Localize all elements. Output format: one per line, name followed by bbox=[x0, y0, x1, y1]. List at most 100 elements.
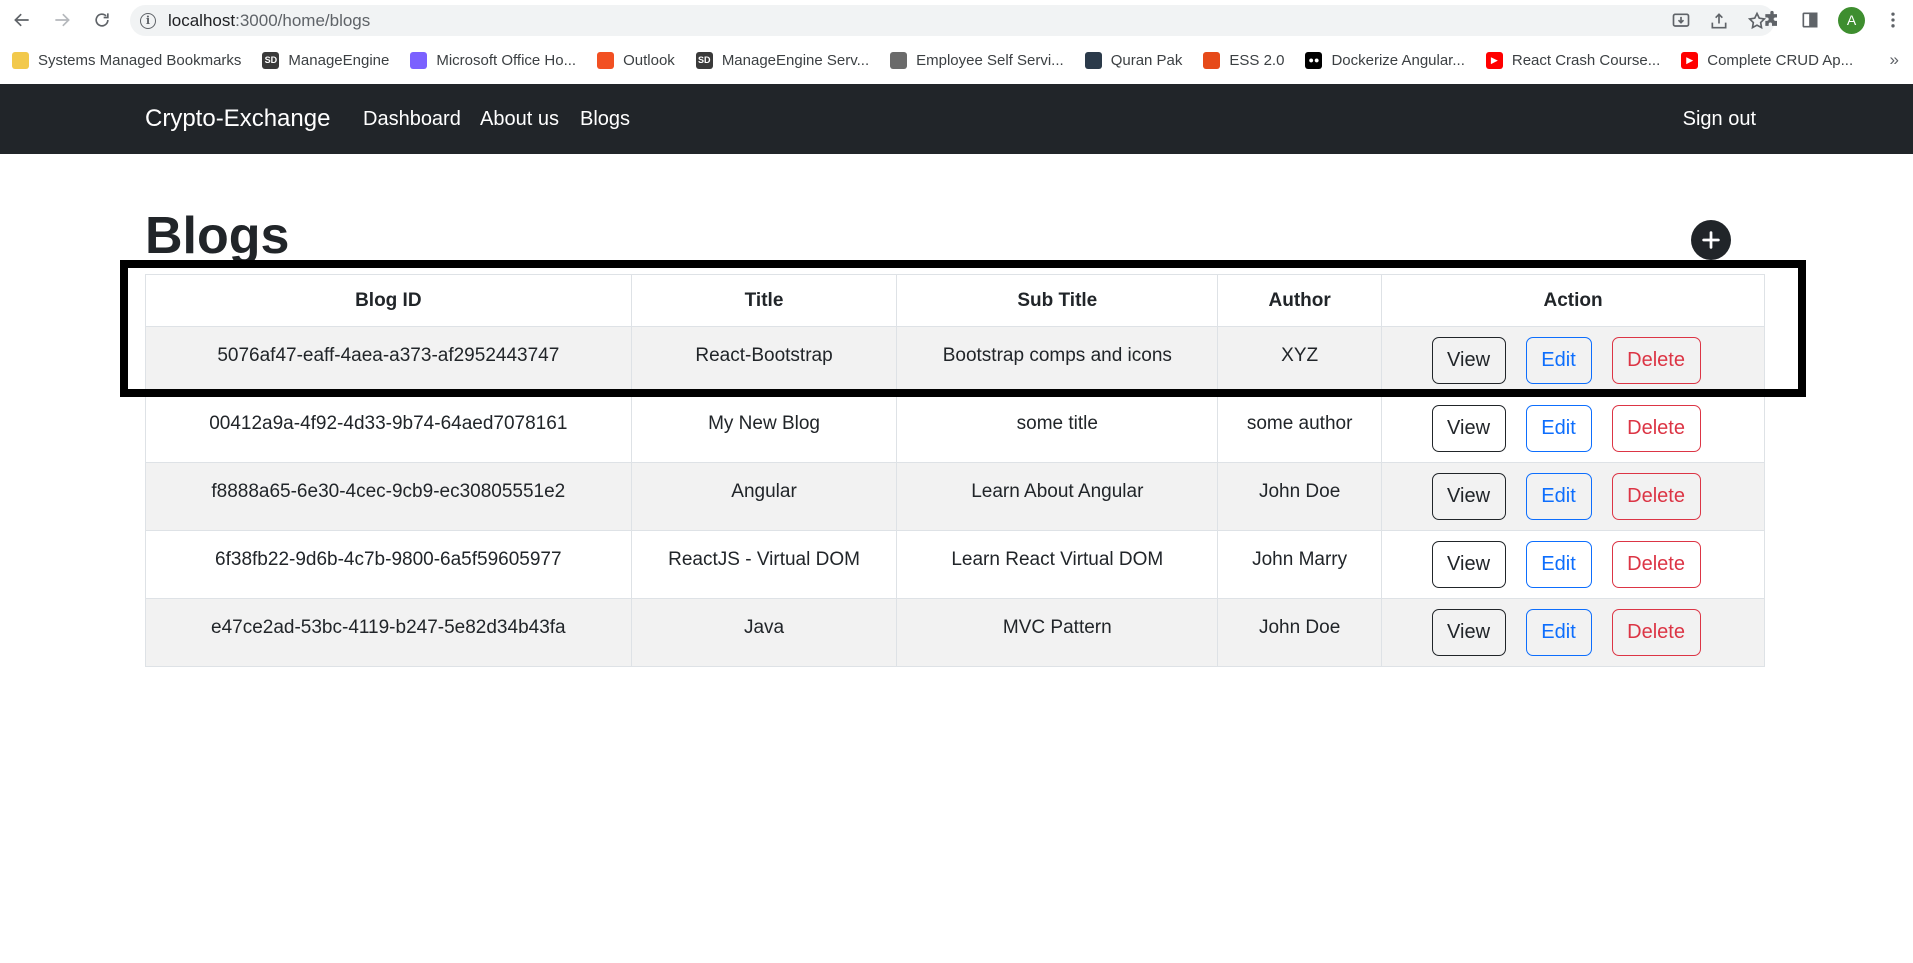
author-cell: John Marry bbox=[1217, 530, 1383, 599]
title-cell: ReactJS - Virtual DOM bbox=[630, 530, 898, 599]
bookmark-label: React Crash Course... bbox=[1511, 51, 1661, 69]
site-info-icon[interactable]: i bbox=[140, 12, 156, 29]
ess-icon bbox=[1203, 51, 1221, 69]
sub-title-cell: some title bbox=[896, 394, 1219, 463]
title-cell: My New Blog bbox=[630, 394, 898, 463]
bookmark-label: ESS 2.0 bbox=[1229, 51, 1285, 69]
bookmark-label: ManageEngine bbox=[288, 51, 390, 69]
bookmark-label: Quran Pak bbox=[1110, 51, 1183, 69]
forward-arrow-icon[interactable] bbox=[42, 0, 82, 40]
bookmark-item[interactable]: ESS 2.0 bbox=[1203, 51, 1285, 69]
install-app-icon[interactable] bbox=[1671, 11, 1691, 31]
bookmark-label: Complete CRUD Ap... bbox=[1707, 51, 1854, 69]
bookmark-item[interactable]: SD ManageEngine Serv... bbox=[695, 51, 870, 69]
title-cell: Java bbox=[630, 598, 898, 667]
bookmark-item[interactable]: Outlook bbox=[597, 51, 675, 69]
side-panel-icon[interactable] bbox=[1800, 10, 1820, 30]
sub-title-cell: Bootstrap comps and icons bbox=[896, 326, 1219, 395]
title-cell: Angular bbox=[630, 462, 898, 531]
author-cell: XYZ bbox=[1217, 326, 1383, 395]
youtube-icon: ▶ bbox=[1681, 51, 1699, 69]
more-bookmarks-icon[interactable]: » bbox=[1890, 50, 1899, 70]
sd-icon: SD bbox=[262, 51, 280, 69]
bookmark-item[interactable]: Employee Self Servi... bbox=[890, 51, 1064, 69]
bookmark-label: Systems Managed Bookmarks bbox=[38, 51, 242, 69]
nav-link-blogs[interactable]: Blogs bbox=[580, 108, 630, 131]
url-host: localhost bbox=[168, 10, 236, 30]
view-button[interactable]: View bbox=[1431, 541, 1506, 588]
edit-button[interactable]: Edit bbox=[1525, 609, 1592, 656]
view-button[interactable]: View bbox=[1431, 609, 1506, 656]
action-cell: View Edit Delete bbox=[1381, 598, 1765, 667]
edit-button[interactable]: Edit bbox=[1525, 473, 1592, 520]
bookmark-label: Outlook bbox=[623, 51, 675, 69]
url-path: :3000/home/blogs bbox=[235, 10, 371, 30]
profile-avatar[interactable]: A bbox=[1838, 6, 1865, 34]
bookmarks-bar: Systems Managed Bookmarks SD ManageEngine M… bbox=[0, 40, 1913, 80]
blog-id-cell: 6f38fb22-9d6b-4c7b-9800-6a5f59605977 bbox=[145, 530, 632, 599]
windows-icon bbox=[597, 51, 615, 69]
action-cell: View Edit Delete bbox=[1381, 394, 1765, 463]
bookmark-label: Dockerize Angular... bbox=[1331, 51, 1465, 69]
view-button[interactable]: View bbox=[1431, 337, 1506, 384]
action-cell: View Edit Delete bbox=[1381, 530, 1765, 599]
bookmark-item[interactable]: Quran Pak bbox=[1084, 51, 1183, 69]
table-row: 5076af47-eaff-4aea-a373-af2952443747 Reac… bbox=[145, 326, 1765, 395]
sd-icon: SD bbox=[695, 51, 713, 69]
title-cell: React-Bootstrap bbox=[630, 326, 898, 395]
bookmark-label: ManageEngine Serv... bbox=[721, 51, 870, 69]
app-navbar: Crypto-Exchange Dashboard About us Blogs… bbox=[0, 84, 1913, 154]
action-cell: View Edit Delete bbox=[1381, 462, 1765, 531]
bookmark-item[interactable]: ▶ Complete CRUD Ap... bbox=[1681, 51, 1854, 69]
table-row: e47ce2ad-53bc-4119-b247-5e82d34b43fa Java… bbox=[145, 598, 1765, 667]
blog-id-cell: f8888a65-6e30-4cec-9cb9-ec30805551e2 bbox=[145, 462, 632, 531]
table-row: 6f38fb22-9d6b-4c7b-9800-6a5f59605977 Reac… bbox=[145, 530, 1765, 599]
extensions-icon[interactable] bbox=[1762, 10, 1782, 30]
bookmark-label: Microsoft Office Ho... bbox=[436, 51, 577, 69]
header-author: Author bbox=[1217, 274, 1383, 327]
bookmark-item[interactable]: ▶ React Crash Course... bbox=[1485, 51, 1661, 69]
delete-button[interactable]: Delete bbox=[1611, 541, 1701, 588]
view-button[interactable]: View bbox=[1431, 473, 1506, 520]
nav-link-about-us[interactable]: About us bbox=[480, 108, 559, 131]
youtube-icon: ▶ bbox=[1485, 51, 1503, 69]
sub-title-cell: MVC Pattern bbox=[896, 598, 1219, 667]
edit-button[interactable]: Edit bbox=[1525, 405, 1592, 452]
address-bar[interactable]: i localhost:3000/home/blogs bbox=[130, 5, 1775, 36]
header-sub-title: Sub Title bbox=[896, 274, 1219, 327]
quran-icon bbox=[1084, 51, 1102, 69]
add-blog-button[interactable] bbox=[1691, 220, 1731, 260]
table-row: 00412a9a-4f92-4d33-9b74-64aed7078161 My N… bbox=[145, 394, 1765, 463]
author-cell: John Doe bbox=[1217, 598, 1383, 667]
plus-icon bbox=[1702, 231, 1720, 249]
blog-id-cell: 00412a9a-4f92-4d33-9b74-64aed7078161 bbox=[145, 394, 632, 463]
reload-icon[interactable] bbox=[82, 0, 122, 40]
edit-button[interactable]: Edit bbox=[1525, 541, 1592, 588]
delete-button[interactable]: Delete bbox=[1611, 405, 1701, 452]
nav-link-dashboard[interactable]: Dashboard bbox=[363, 108, 461, 131]
folder-icon bbox=[12, 51, 29, 69]
edit-button[interactable]: Edit bbox=[1525, 337, 1592, 384]
view-button[interactable]: View bbox=[1431, 405, 1506, 452]
page-title: Blogs bbox=[145, 207, 290, 265]
blog-id-cell: e47ce2ad-53bc-4119-b247-5e82d34b43fa bbox=[145, 598, 632, 667]
delete-button[interactable]: Delete bbox=[1611, 609, 1701, 656]
back-arrow-icon[interactable] bbox=[2, 0, 42, 40]
bookmark-item[interactable]: Systems Managed Bookmarks bbox=[12, 51, 242, 69]
delete-button[interactable]: Delete bbox=[1611, 473, 1701, 520]
office-icon bbox=[410, 51, 428, 69]
menu-kebab-icon[interactable] bbox=[1883, 10, 1903, 30]
medium-icon: ●● bbox=[1305, 51, 1323, 69]
delete-button[interactable]: Delete bbox=[1611, 337, 1701, 384]
share-icon[interactable] bbox=[1709, 11, 1729, 31]
table-row: f8888a65-6e30-4cec-9cb9-ec30805551e2 Angu… bbox=[145, 462, 1765, 531]
header-blog-id: Blog ID bbox=[145, 274, 632, 327]
bookmark-item[interactable]: Microsoft Office Ho... bbox=[410, 51, 577, 69]
brand-link[interactable]: Crypto-Exchange bbox=[145, 105, 330, 133]
sign-out-link[interactable]: Sign out bbox=[1683, 108, 1756, 131]
bookmark-label: Employee Self Servi... bbox=[916, 51, 1064, 69]
bookmark-item[interactable]: ●● Dockerize Angular... bbox=[1305, 51, 1465, 69]
bookmark-item[interactable]: SD ManageEngine bbox=[262, 51, 390, 69]
action-cell: View Edit Delete bbox=[1381, 326, 1765, 395]
browser-toolbar: i localhost:3000/home/blogs A bbox=[0, 0, 1913, 40]
